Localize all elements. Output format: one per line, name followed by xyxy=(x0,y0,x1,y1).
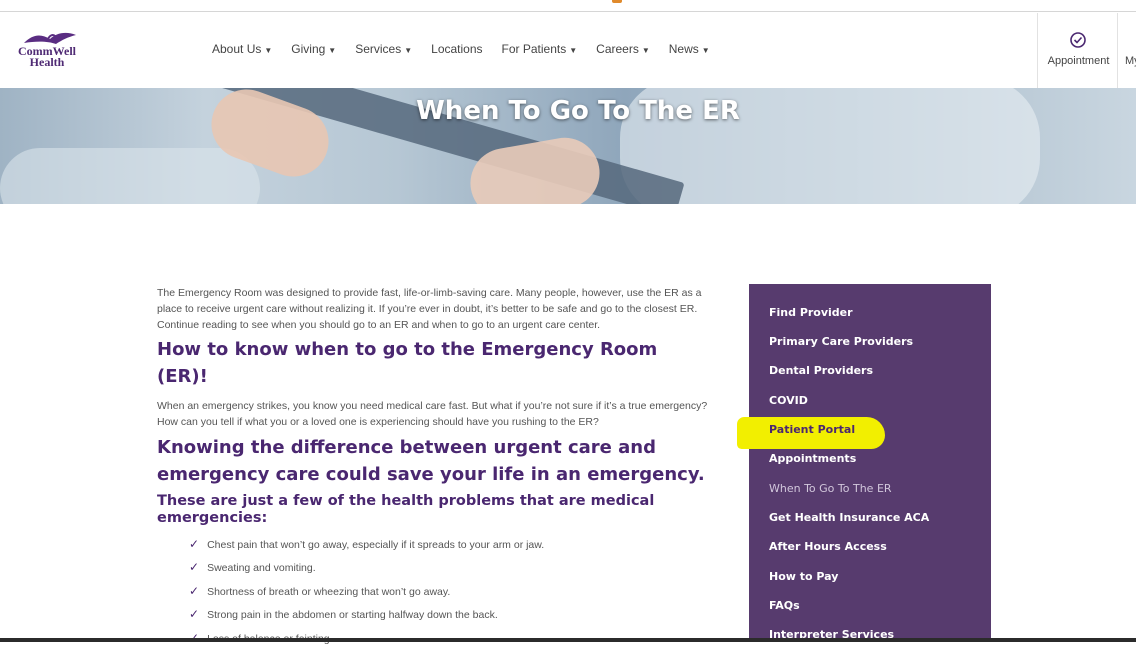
nav-locations[interactable]: Locations xyxy=(431,42,482,56)
caret-down-icon: ▼ xyxy=(328,46,337,55)
page-title: When To Go To The ER xyxy=(416,96,740,126)
checkmark-icon: ✓ xyxy=(189,607,200,622)
nav-services[interactable]: Services ▼ xyxy=(355,42,412,56)
sidebar-item-after-hours[interactable]: After Hours Access xyxy=(769,540,887,553)
orange-marker-icon xyxy=(612,0,622,3)
sidebar-item-patient-portal[interactable]: Patient Portal xyxy=(769,423,855,436)
second-paragraph: When an emergency strikes, you know you … xyxy=(157,400,708,428)
sidebar-item-faqs[interactable]: FAQs xyxy=(769,599,800,612)
appointment-button[interactable]: Appointment xyxy=(1037,13,1118,88)
caret-down-icon: ▼ xyxy=(569,46,578,55)
caret-down-icon: ▼ xyxy=(641,46,650,55)
nav-for-patients[interactable]: For Patients ▼ xyxy=(502,42,578,56)
sidebar-item-how-to-pay[interactable]: How to Pay xyxy=(769,570,838,583)
checkmark-icon: ✓ xyxy=(189,583,200,598)
checkmark-icon: ✓ xyxy=(189,537,200,551)
appointment-label: Appointment xyxy=(1047,55,1110,67)
nav-giving[interactable]: Giving ▼ xyxy=(291,42,336,56)
site-logo[interactable]: CommWell Health xyxy=(14,31,84,71)
sidebar-item-health-insurance[interactable]: Get Health Insurance ACA xyxy=(769,511,929,524)
list-item: ✓Loss of balance or fainting. xyxy=(189,631,712,654)
list-item: ✓ Strong pain in the abdomen or starting … xyxy=(189,607,712,630)
sidebar-item-dental[interactable]: Dental Providers xyxy=(769,364,873,377)
bottom-edge xyxy=(0,638,1136,642)
list-item: ✓ Chest pain that won’t go away, especial… xyxy=(189,537,712,560)
heading-when-to-go: How to know when to go to the Emergency … xyxy=(157,339,658,387)
browser-top-strip xyxy=(0,0,1136,12)
heading-urgent-vs-emergency: Knowing the difference between urgent ca… xyxy=(157,437,705,485)
patients-sidebar: Find Provider Primary Care Providers Den… xyxy=(749,284,991,642)
main-content: The Emergency Room was designed to provi… xyxy=(157,285,712,654)
hero-bg-shape xyxy=(0,148,260,204)
checkmark-icon: ✓ xyxy=(189,560,200,575)
nav-careers[interactable]: Careers ▼ xyxy=(596,42,650,56)
emergency-checklist: ✓ Chest pain that won’t go away, especial… xyxy=(189,537,712,654)
calendar-check-icon xyxy=(1070,32,1086,48)
list-item: ✓ Shortness of breath or wheezing that wo… xyxy=(189,584,712,607)
logo-text: CommWell Health xyxy=(18,44,76,69)
main-nav: About Us ▼ Giving ▼ Services ▼ Locations Fo… xyxy=(212,42,729,56)
caret-down-icon: ▼ xyxy=(264,46,273,55)
site-header: CommWell Health About Us ▼ Giving ▼ Servic… xyxy=(0,13,1136,88)
list-item: ✓ Sweating and vomiting. xyxy=(189,560,712,583)
nav-about-us[interactable]: About Us ▼ xyxy=(212,42,272,56)
intro-paragraph: The Emergency Room was designed to provi… xyxy=(157,287,702,331)
my-account-link[interactable]: My xyxy=(1125,55,1136,67)
sidebar-item-primary-care[interactable]: Primary Care Providers xyxy=(769,335,913,348)
heading-emergencies-list: These are just a few of the health probl… xyxy=(157,493,655,526)
caret-down-icon: ▼ xyxy=(404,46,413,55)
caret-down-icon: ▼ xyxy=(701,46,710,55)
sidebar-item-appointments[interactable]: Appointments xyxy=(769,452,856,465)
sidebar-item-find-provider[interactable]: Find Provider xyxy=(769,306,853,319)
sidebar-item-when-to-go-er[interactable]: When To Go To The ER xyxy=(769,482,892,495)
checkmark-icon: ✓ xyxy=(189,631,199,654)
sidebar-item-covid[interactable]: COVID xyxy=(769,394,808,407)
nav-news[interactable]: News ▼ xyxy=(669,42,710,56)
hero-banner: When To Go To The ER xyxy=(0,88,1136,204)
